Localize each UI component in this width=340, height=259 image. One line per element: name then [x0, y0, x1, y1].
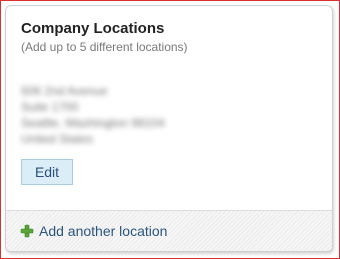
company-locations-panel: Company Locations (Add up to 5 different…	[5, 5, 333, 252]
address-line: Seattle, Washington 98104	[21, 116, 165, 130]
add-location-link[interactable]: Add another location	[20, 223, 167, 239]
add-location-label: Add another location	[39, 223, 168, 239]
screenshot-frame: Company Locations (Add up to 5 different…	[0, 0, 340, 259]
address-line: United States	[21, 132, 94, 146]
panel-footer: Add another location	[6, 210, 332, 251]
location-address: 506 2nd Avenue Suite 1700 Seattle, Washi…	[21, 83, 165, 147]
plus-icon	[20, 224, 34, 238]
address-line: Suite 1700	[21, 100, 79, 114]
edit-location-button[interactable]: Edit	[21, 159, 73, 185]
panel-title: Company Locations	[21, 20, 165, 37]
panel-subtitle: (Add up to 5 different locations)	[21, 40, 188, 54]
address-line: 506 2nd Avenue	[21, 84, 108, 98]
